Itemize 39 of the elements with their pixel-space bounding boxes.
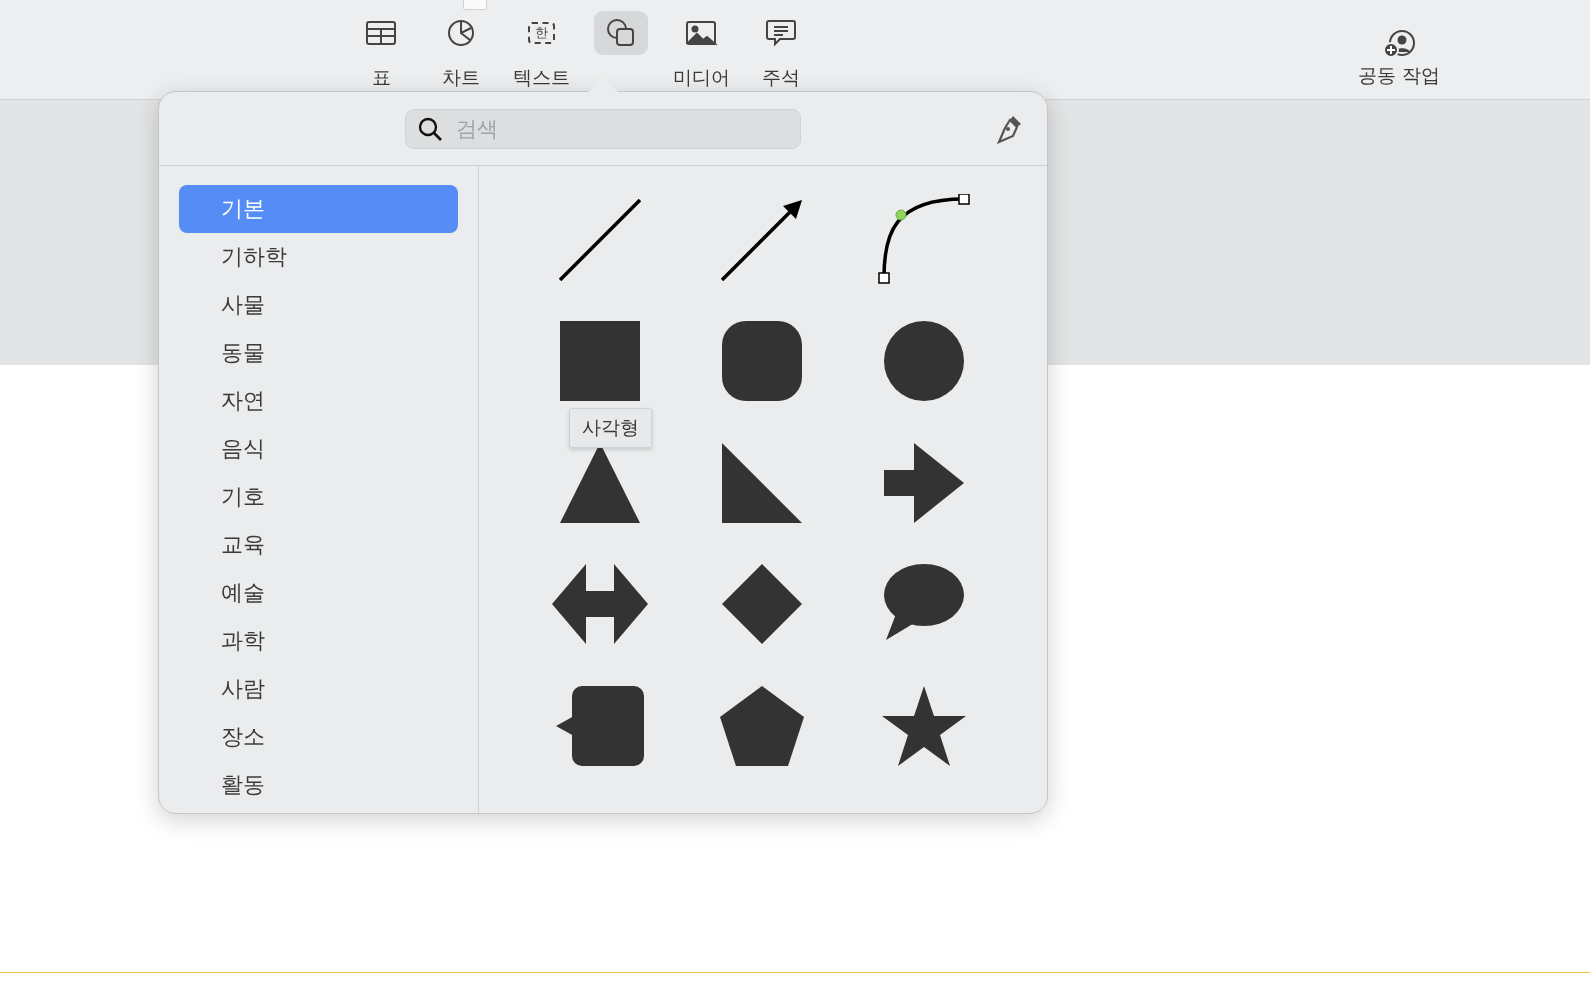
category-item[interactable]: 음식 [179,425,458,473]
toolbar-label: 표 [371,65,391,90]
toolbar-label: 미디어 [672,65,730,90]
category-item[interactable]: 기호 [179,473,458,521]
category-item[interactable]: 사람 [179,665,458,713]
image-icon [684,18,718,48]
toolbar-label: 차트 [442,65,480,90]
search-field[interactable]: 검색 [405,108,801,149]
pentagon-shape[interactable] [720,685,804,766]
category-item[interactable]: 자연 [179,377,458,425]
category-item[interactable]: 기하학 [179,233,458,281]
category-item[interactable]: 사물 [179,281,458,329]
category-item[interactable]: 장소 [179,713,458,761]
arrow-shape[interactable] [884,442,964,523]
toolbar-label: 주석 [762,65,800,90]
category-item[interactable]: 활동 [179,761,458,809]
diamond-shape[interactable] [722,564,802,645]
right-triangle-shape[interactable] [722,442,802,523]
category-item[interactable]: 과학 [179,617,458,665]
rounded-square-shape[interactable] [722,321,802,402]
circle-shape[interactable] [884,321,964,402]
star-shape[interactable] [882,685,966,766]
callout-shape[interactable] [556,685,644,766]
comment-icon [764,18,798,48]
tooltip: 사각형 [569,407,652,448]
shape-button[interactable] [594,11,648,55]
collaborate-button[interactable]: 공동 작업 [1357,29,1440,89]
document-thumbnail[interactable] [463,0,487,10]
category-item[interactable]: 예술 [179,569,458,617]
category-item[interactable]: 동물 [179,329,458,377]
double-arrow-shape[interactable] [552,564,648,645]
line-shape[interactable] [559,198,641,281]
table-icon [364,18,398,48]
text-box-icon: 한 [527,22,555,44]
toolbar-label: 텍스트 [512,65,570,90]
curve-shape[interactable] [878,193,970,286]
category-item[interactable]: 교육 [179,521,458,569]
text-button[interactable]: 한 [514,11,568,55]
arrow-shape[interactable] [721,198,803,281]
